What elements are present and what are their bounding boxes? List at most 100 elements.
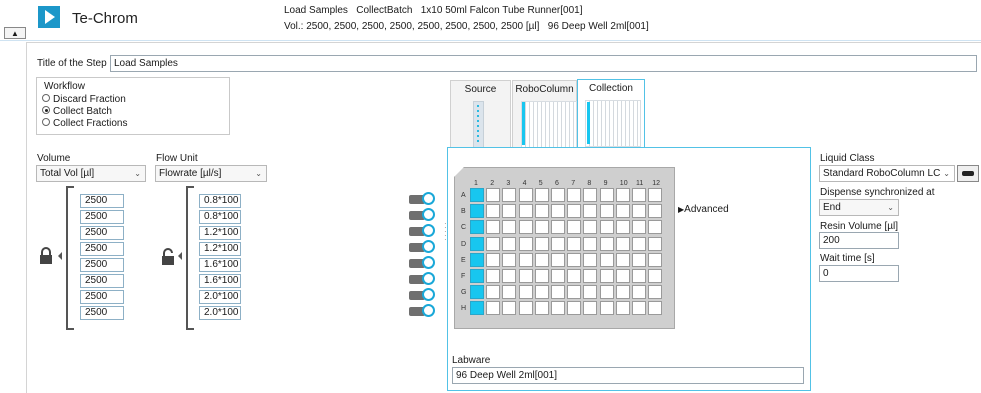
plate-well[interactable] <box>632 236 646 251</box>
plate-well[interactable] <box>567 252 582 267</box>
labware-field[interactable]: 96 Deep Well 2ml[001] <box>452 367 804 384</box>
plate-well[interactable] <box>648 252 663 267</box>
lock-closed-icon[interactable] <box>38 247 54 265</box>
plate-well[interactable] <box>615 301 630 316</box>
plate-well[interactable] <box>502 252 517 267</box>
plate-well[interactable] <box>615 285 630 300</box>
plate-well[interactable] <box>486 220 501 235</box>
plate-well[interactable] <box>632 301 646 316</box>
plate-well[interactable] <box>632 204 646 219</box>
plate-well[interactable] <box>518 301 533 316</box>
plate-well[interactable] <box>583 204 598 219</box>
radio-collect-fractions[interactable]: Collect Fractions <box>42 118 127 129</box>
plate-well[interactable] <box>502 236 517 251</box>
plate-well[interactable] <box>599 252 614 267</box>
plate-well[interactable] <box>583 252 598 267</box>
plate-well[interactable] <box>486 285 501 300</box>
flowrate-input[interactable]: 2.0*100 <box>199 290 241 304</box>
plate-well[interactable] <box>648 269 663 283</box>
plate-well[interactable] <box>599 236 614 251</box>
volume-input[interactable]: 2500 <box>80 242 124 256</box>
plate-well[interactable] <box>583 188 598 202</box>
plate-well[interactable] <box>615 252 630 267</box>
plate-well[interactable] <box>648 236 663 251</box>
plate-well[interactable] <box>583 269 598 283</box>
plate-well[interactable] <box>599 269 614 283</box>
plate-well[interactable] <box>551 236 565 251</box>
plate-well[interactable] <box>486 301 501 316</box>
plate-well[interactable] <box>551 204 565 219</box>
advanced-toggle[interactable]: ▶Advanced <box>678 204 729 215</box>
plate-well[interactable] <box>632 188 646 202</box>
plate-well[interactable] <box>518 220 533 235</box>
plate-well[interactable] <box>551 252 565 267</box>
plate-well[interactable] <box>648 301 663 316</box>
volume-input[interactable]: 2500 <box>80 194 124 208</box>
plate-well[interactable] <box>470 285 484 300</box>
plate-well[interactable] <box>518 236 533 251</box>
plate-well[interactable] <box>534 301 549 316</box>
flowrate-input[interactable]: 1.6*100 <box>199 274 241 288</box>
plate-well[interactable] <box>567 204 582 219</box>
collapse-button[interactable]: ▲ <box>4 27 26 39</box>
plate-well[interactable] <box>599 204 614 219</box>
plate-well[interactable] <box>518 285 533 300</box>
plate-well[interactable] <box>470 188 484 202</box>
plate-well[interactable] <box>470 269 484 283</box>
plate-well[interactable] <box>470 252 484 267</box>
resin-volume-field[interactable]: 200 <box>819 232 899 249</box>
plate-well[interactable] <box>534 188 549 202</box>
plate-well[interactable] <box>470 204 484 219</box>
radio-circle[interactable] <box>42 118 50 127</box>
plate-well[interactable] <box>648 220 663 235</box>
plate-well[interactable] <box>551 269 565 283</box>
plate-well[interactable] <box>632 220 646 235</box>
plate-well[interactable] <box>615 220 630 235</box>
tab-collection[interactable]: Collection <box>577 79 645 148</box>
dispense-select[interactable]: End ⌄ <box>819 199 899 216</box>
plate-well[interactable] <box>567 236 582 251</box>
radio-discard-fraction[interactable]: Discard Fraction <box>42 94 126 105</box>
volume-input[interactable]: 2500 <box>80 226 124 240</box>
plate-well[interactable] <box>632 269 646 283</box>
plate-well[interactable] <box>583 301 598 316</box>
plate-well[interactable] <box>615 204 630 219</box>
radio-collect-batch[interactable]: Collect Batch <box>42 106 112 117</box>
volume-unit-select[interactable]: Total Vol [µl] ⌄ <box>36 165 146 182</box>
plate-well[interactable] <box>551 188 565 202</box>
plate-well[interactable] <box>534 252 549 267</box>
wait-time-field[interactable]: 0 <box>819 265 899 282</box>
plate-well[interactable] <box>567 269 582 283</box>
lock-open-icon[interactable] <box>160 248 176 266</box>
plate-well[interactable] <box>534 236 549 251</box>
flowrate-input[interactable]: 1.6*100 <box>199 258 241 272</box>
liquid-class-select[interactable]: Standard RoboColumn LC ⌄ <box>819 165 955 182</box>
plate-well[interactable] <box>567 220 582 235</box>
flowrate-input[interactable]: 0.8*100 <box>199 194 241 208</box>
plate-well[interactable] <box>599 188 614 202</box>
plate-well[interactable] <box>615 188 630 202</box>
plate-well[interactable] <box>518 204 533 219</box>
plate-well[interactable] <box>551 301 565 316</box>
plate-well[interactable] <box>615 269 630 283</box>
plate-well[interactable] <box>470 301 484 316</box>
plate-well[interactable] <box>486 236 501 251</box>
plate-well[interactable] <box>567 285 582 300</box>
plate-well[interactable] <box>470 220 484 235</box>
plate-well[interactable] <box>648 204 663 219</box>
plate-well[interactable] <box>486 252 501 267</box>
volume-input[interactable]: 2500 <box>80 258 124 272</box>
step-title-input[interactable]: Load Samples <box>110 55 977 72</box>
plate-well[interactable] <box>502 269 517 283</box>
plate-well[interactable] <box>470 236 484 251</box>
plate-well[interactable] <box>534 204 549 219</box>
plate-well[interactable] <box>599 220 614 235</box>
radio-circle-selected[interactable] <box>42 106 50 115</box>
plate-well[interactable] <box>502 220 517 235</box>
tab-source[interactable]: Source <box>450 80 511 149</box>
volume-input[interactable]: 2500 <box>80 274 124 288</box>
tab-robocolumn[interactable]: RoboColumn <box>512 80 577 148</box>
plate-well[interactable] <box>567 188 582 202</box>
plate-well[interactable] <box>486 204 501 219</box>
plate-well[interactable] <box>632 285 646 300</box>
